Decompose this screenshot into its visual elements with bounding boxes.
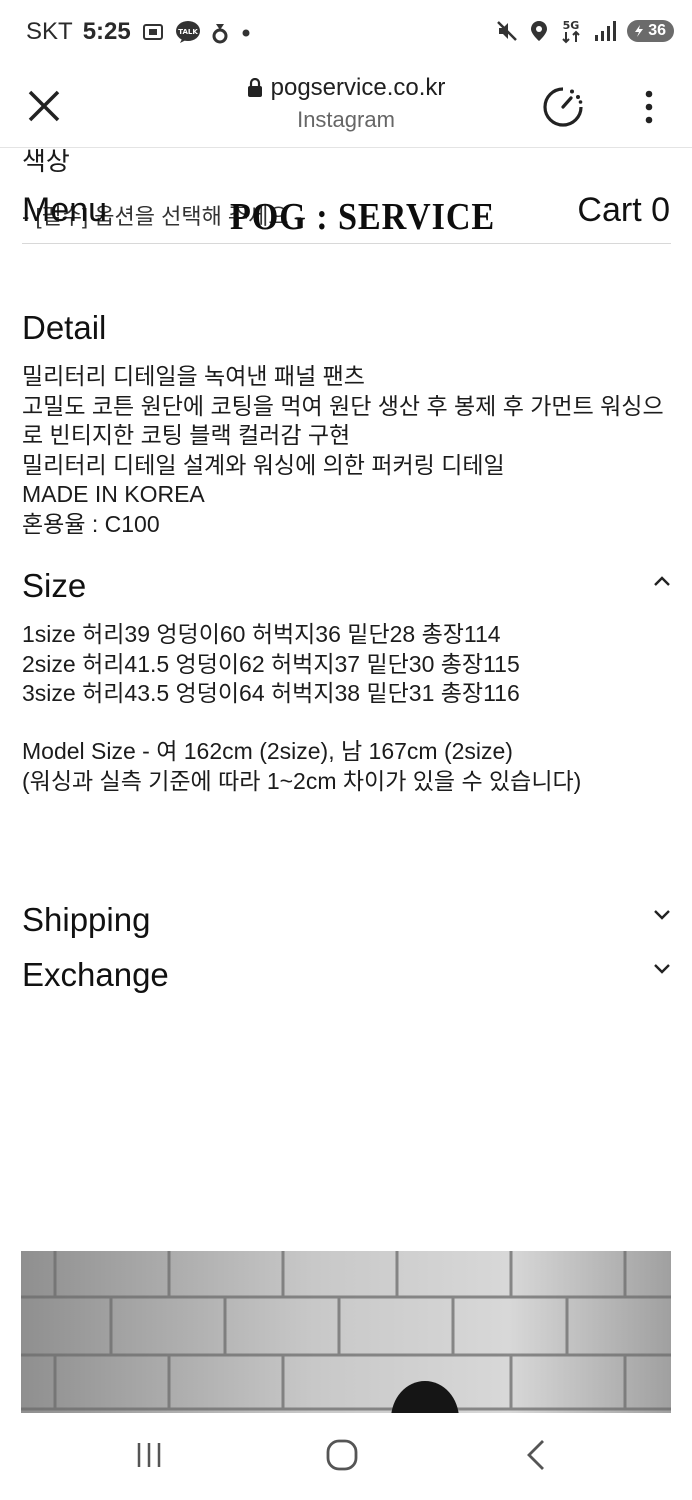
signal-icon bbox=[593, 19, 617, 43]
shipping-title[interactable]: Shipping bbox=[22, 901, 150, 939]
network-5g-icon: 5G bbox=[559, 18, 583, 44]
detail-text: 밀리터리 디테일을 녹여낸 패널 팬츠 고밀도 코튼 원단에 코팅을 먹여 원단… bbox=[22, 362, 682, 539]
detail-line: 로 빈티지한 코팅 블랙 컬러감 구현 bbox=[22, 422, 351, 448]
header-divider bbox=[22, 243, 671, 244]
site-header: Menu POG : SERVICE Cart 0 bbox=[0, 191, 692, 243]
site-subtitle: Instagram bbox=[297, 107, 395, 132]
dot-icon bbox=[239, 20, 253, 44]
back-icon bbox=[527, 1440, 544, 1470]
back-button[interactable] bbox=[506, 1433, 566, 1477]
size-toggle[interactable] bbox=[651, 570, 673, 592]
battery-level: 36 bbox=[648, 22, 666, 39]
status-bar-right: 5G 36 bbox=[495, 18, 674, 44]
size-line: 1size 허리39 엉덩이60 허벅지36 밑단28 총장114 bbox=[22, 621, 501, 647]
svg-text:5G: 5G bbox=[563, 19, 580, 32]
status-bar: SKT 5:25 TALK 5G 36 bbox=[0, 0, 692, 66]
status-bar-left: SKT 5:25 TALK bbox=[26, 18, 253, 46]
clock: 5:25 bbox=[82, 18, 131, 45]
chevron-down-icon bbox=[654, 964, 670, 974]
brick-wall-photo bbox=[21, 1251, 671, 1413]
home-icon bbox=[326, 1439, 358, 1471]
cart-link[interactable]: Cart 0 bbox=[577, 191, 670, 230]
battery-icon: 36 bbox=[627, 20, 674, 42]
browser-toolbar: pogservice.co.kr Instagram bbox=[0, 66, 692, 148]
kakaotalk-icon: TALK bbox=[175, 20, 201, 44]
exchange-title[interactable]: Exchange bbox=[22, 956, 169, 994]
url-text: pogservice.co.kr bbox=[270, 74, 446, 101]
model-line: (워싱과 실측 기준에 따라 1~2cm 차이가 있을 수 있습니다) bbox=[22, 767, 582, 794]
detail-line: 밀리터리 디테일 설계와 워싱에 의한 퍼커링 디테일 bbox=[22, 451, 505, 478]
model-size-text: Model Size - 여 162cm (2size), 남 167cm (2… bbox=[22, 737, 682, 796]
model-line: Model Size - 여 162cm (2size), 남 167cm (2… bbox=[22, 738, 513, 764]
web-page: 색상 - [필수] 옵션을 선택해 주세요 - Menu POG : SERVI… bbox=[0, 149, 692, 1413]
more-menu-button[interactable] bbox=[632, 84, 666, 130]
size-title[interactable]: Size bbox=[22, 567, 86, 605]
url-area[interactable]: pogservice.co.kr Instagram bbox=[0, 74, 692, 133]
detail-line: 혼용율 : C100 bbox=[22, 510, 160, 537]
navigation-bar bbox=[0, 1413, 692, 1500]
detail-title[interactable]: Detail bbox=[22, 309, 106, 347]
menu-link[interactable]: Menu bbox=[22, 191, 107, 230]
size-text: 1size 허리39 엉덩이60 허벅지36 밑단28 총장114 2size … bbox=[22, 620, 682, 709]
lock-icon bbox=[247, 78, 262, 97]
recent-apps-button[interactable] bbox=[119, 1433, 179, 1477]
exchange-toggle[interactable] bbox=[651, 958, 673, 980]
size-line: 3size 허리43.5 엉덩이64 허벅지38 밑단31 총장116 bbox=[22, 680, 520, 706]
recent-apps-icon bbox=[137, 1443, 161, 1467]
more-vert-icon bbox=[645, 90, 653, 124]
detail-line: 밀리터리 디테일을 녹여낸 패널 팬츠 bbox=[22, 363, 365, 389]
location-icon bbox=[529, 19, 549, 43]
home-button[interactable] bbox=[312, 1433, 372, 1477]
detail-line: 고밀도 코튼 원단에 코팅을 먹여 원단 생산 후 봉제 후 가먼트 워싱으 bbox=[22, 392, 664, 419]
speed-icon bbox=[543, 87, 583, 127]
size-line: 2size 허리41.5 엉덩이62 허벅지37 밑단30 총장115 bbox=[22, 650, 520, 677]
carrier-label: SKT bbox=[26, 18, 73, 45]
screenshot-icon bbox=[141, 20, 165, 44]
chevron-down-icon bbox=[654, 910, 670, 920]
notification-app-icon bbox=[211, 20, 229, 44]
brand-logo[interactable]: POG : SERVICE bbox=[230, 195, 495, 239]
shipping-toggle[interactable] bbox=[651, 904, 673, 926]
svg-text:TALK: TALK bbox=[178, 28, 198, 36]
speed-button[interactable] bbox=[540, 84, 586, 130]
chevron-up-icon bbox=[654, 576, 670, 586]
mute-icon bbox=[495, 19, 519, 43]
detail-line: MADE IN KOREA bbox=[22, 481, 205, 507]
color-label: 색상 bbox=[22, 149, 70, 176]
product-photo bbox=[21, 1251, 671, 1413]
